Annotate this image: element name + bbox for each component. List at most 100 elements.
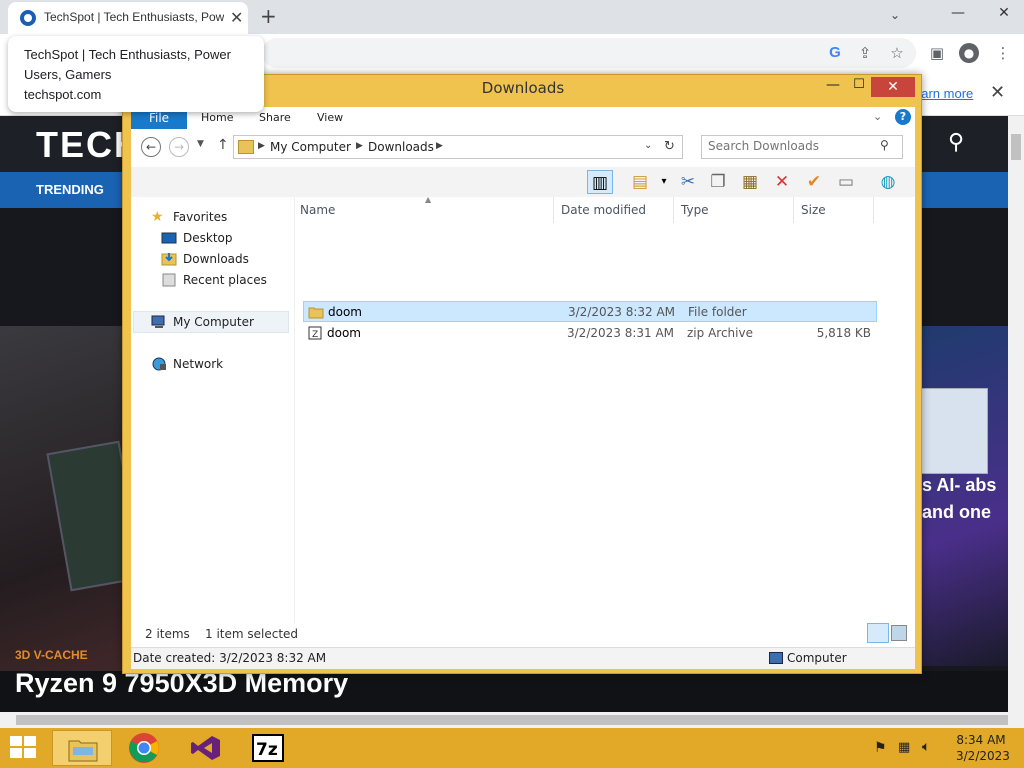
address-breadcrumb[interactable]: ▶ My Computer ▶ Downloads ▶ ⌄ ↻: [233, 135, 683, 159]
network-tray-icon[interactable]: ▦: [898, 740, 910, 755]
start-windows-icon[interactable]: [10, 736, 38, 760]
breadcrumb-my-computer[interactable]: My Computer: [270, 140, 351, 154]
file-row[interactable]: doom 3/2/2023 8:32 AM File folder: [303, 301, 877, 322]
tab-search-icon[interactable]: ⌄: [890, 8, 900, 22]
clock-time[interactable]: 8:34 AM: [956, 733, 1006, 747]
ribbon-tab-share[interactable]: Share: [259, 107, 291, 129]
techspot-favicon-icon: [20, 10, 36, 26]
banner-close-icon[interactable]: ✕: [990, 82, 1005, 103]
site-search-icon[interactable]: ⚲: [948, 130, 964, 155]
h-scroll-thumb[interactable]: [16, 715, 1008, 725]
ribbon-expand-icon[interactable]: ⌄: [873, 110, 882, 123]
hover-card-url: techspot.com: [24, 87, 102, 102]
side-story-screenshot: [920, 388, 988, 474]
folder-options-icon[interactable]: ▤: [627, 170, 653, 194]
page-horizontal-scrollbar[interactable]: [0, 712, 1024, 728]
taskbar-file-explorer[interactable]: [52, 730, 112, 766]
column-separator[interactable]: [673, 197, 674, 223]
breadcrumb-chevron-icon[interactable]: ▶: [436, 141, 443, 151]
paste-icon[interactable]: ▦: [737, 170, 763, 194]
breadcrumb-downloads[interactable]: Downloads: [368, 140, 434, 154]
network-icon: [152, 357, 166, 371]
help-icon[interactable]: ?: [895, 109, 911, 125]
folder-icon: [238, 140, 254, 154]
taskbar-7zip[interactable]: 7z: [238, 730, 298, 766]
browser-restore-icon[interactable]: [942, 2, 982, 26]
computer-icon: [151, 315, 165, 328]
page-vertical-scrollbar[interactable]: [1008, 116, 1024, 712]
computer-icon: [769, 652, 783, 664]
refresh-icon[interactable]: ↻: [664, 139, 675, 154]
story-tag[interactable]: 3D V-CACHE: [15, 648, 88, 662]
svg-text:Z: Z: [312, 330, 318, 340]
column-header-date[interactable]: Date modified: [561, 203, 646, 217]
search-box[interactable]: ⚲: [701, 135, 903, 159]
scroll-thumb[interactable]: [1011, 134, 1021, 160]
side-panel-icon[interactable]: ▣: [926, 42, 948, 64]
checkmark-icon[interactable]: ✔: [801, 170, 827, 194]
cut-icon[interactable]: ✂: [675, 170, 701, 194]
column-header-type[interactable]: Type: [681, 203, 709, 217]
browser-tab[interactable]: TechSpot | Tech Enthusiasts, Power ✕: [8, 2, 248, 34]
explorer-content: ★ Favorites Desktop Downloads Recent pla…: [131, 195, 915, 639]
side-story-title[interactable]: s AI- abs and one: [922, 472, 1008, 526]
taskbar-visual-studio[interactable]: [176, 730, 236, 766]
column-separator[interactable]: [873, 197, 874, 223]
globe-icon[interactable]: ◍: [875, 170, 901, 194]
browser-close-icon[interactable]: ✕: [984, 2, 1024, 26]
copy-icon[interactable]: ❐: [705, 170, 731, 194]
options-dropdown-icon[interactable]: ▾: [651, 170, 677, 194]
tab-title: TechSpot | Tech Enthusiasts, Power: [44, 10, 224, 24]
clock-date[interactable]: 3/2/2023: [956, 749, 1010, 763]
profile-icon[interactable]: ●: [959, 43, 979, 63]
google-lens-icon[interactable]: G: [824, 42, 846, 64]
bookmark-star-icon[interactable]: ☆: [886, 42, 908, 64]
downloads-icon: [161, 253, 177, 266]
details-view-icon[interactable]: [867, 623, 889, 643]
tab-hover-card: TechSpot | Tech Enthusiasts, Power Users…: [8, 36, 264, 112]
window-close-icon[interactable]: ✕: [871, 77, 915, 97]
column-separator[interactable]: [553, 197, 554, 223]
visual-studio-icon: [191, 736, 220, 760]
back-icon[interactable]: ←: [141, 137, 161, 157]
share-icon[interactable]: ⇪: [854, 42, 876, 64]
preview-pane-icon[interactable]: ▥: [587, 170, 613, 194]
file-explorer-icon: [68, 740, 98, 762]
selected-count: 1 item selected: [205, 627, 299, 641]
taskbar-chrome[interactable]: [114, 730, 174, 766]
file-type: zip Archive: [687, 326, 753, 340]
file-date: 3/2/2023 8:32 AM: [568, 305, 676, 319]
window-maximize-icon[interactable]: ☐: [845, 77, 873, 97]
nav-trending[interactable]: TRENDING: [36, 182, 104, 197]
breadcrumb-chevron-icon[interactable]: ▶: [356, 141, 363, 151]
recent-places-icon: [162, 273, 176, 287]
forward-icon[interactable]: →: [169, 137, 189, 157]
7zip-icon: 7z: [252, 734, 284, 762]
recent-locations-icon[interactable]: ▼: [197, 139, 204, 149]
search-icon[interactable]: ⚲: [880, 138, 889, 152]
rename-icon[interactable]: ▭: [833, 170, 859, 194]
file-date: 3/2/2023 8:31 AM: [567, 326, 675, 340]
column-header-size[interactable]: Size: [801, 203, 826, 217]
new-tab-icon[interactable]: +: [260, 4, 277, 28]
action-center-flag-icon[interactable]: ⚑: [874, 740, 887, 756]
column-separator[interactable]: [793, 197, 794, 223]
address-dropdown-icon[interactable]: ⌄: [644, 140, 652, 151]
breadcrumb-chevron-icon[interactable]: ▶: [258, 141, 265, 151]
file-name: doom: [328, 305, 362, 319]
ribbon-tab-view[interactable]: View: [317, 107, 343, 129]
search-input[interactable]: [708, 139, 873, 153]
up-arrow-icon[interactable]: ↑: [217, 137, 229, 153]
file-row[interactable]: Z doom 3/2/2023 8:31 AM zip Archive 5,81…: [303, 323, 877, 344]
window-minimize-icon[interactable]: —: [819, 77, 847, 97]
volume-icon[interactable]: 🔈︎: [922, 739, 930, 755]
tab-close-icon[interactable]: ✕: [230, 8, 243, 27]
file-type: File folder: [688, 305, 747, 319]
command-bar: ▥ ▤ ▾ ✂ ❐ ▦ ✕ ✔ ▭ ◍: [131, 167, 915, 197]
column-header-name[interactable]: Name: [300, 203, 335, 217]
address-bar[interactable]: [262, 38, 916, 68]
svg-text:7z: 7z: [256, 740, 278, 760]
delete-icon[interactable]: ✕: [769, 170, 795, 194]
large-icons-view-icon[interactable]: [891, 625, 907, 641]
menu-kebab-icon[interactable]: ⋮: [992, 42, 1014, 64]
